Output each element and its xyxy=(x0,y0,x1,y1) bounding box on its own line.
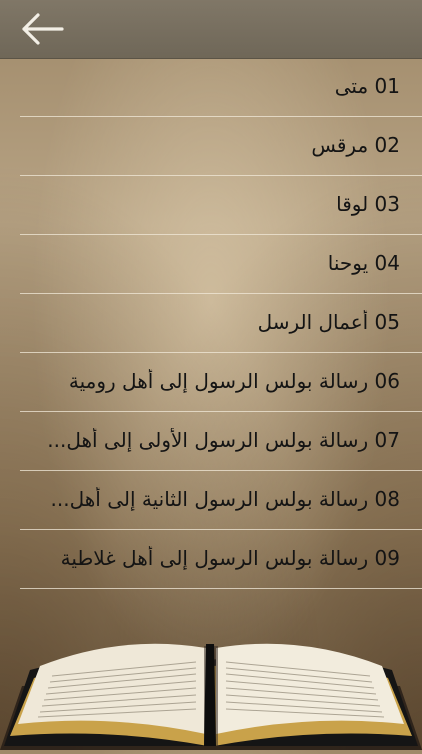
list-item[interactable]: 05 أعمال الرسل xyxy=(20,294,422,353)
chapter-number: 02 xyxy=(374,133,400,157)
list-item[interactable]: 06 رسالة بولس الرسول إلى أهل رومية xyxy=(20,353,422,412)
list-item[interactable]: 03 لوقا xyxy=(20,176,422,235)
open-bible-image xyxy=(0,596,422,750)
chapter-number: 08 xyxy=(374,487,400,511)
chapter-title: لوقا xyxy=(336,192,369,216)
list-item[interactable]: 01 متى xyxy=(20,58,422,117)
chapter-number: 09 xyxy=(374,546,400,570)
chapter-title: رسالة بولس الرسول الثانية إلى أهل... xyxy=(50,487,369,511)
list-item[interactable]: 07 رسالة بولس الرسول الأولى إلى أهل... xyxy=(20,412,422,471)
chapter-list: 01 متى 02 مرقس 03 لوقا 04 يوحنا 05 أعمال… xyxy=(0,58,422,589)
chapter-title: رسالة بولس الرسول إلى أهل رومية xyxy=(68,369,369,393)
chapter-number: 07 xyxy=(374,428,400,452)
list-item[interactable]: 09 رسالة بولس الرسول إلى أهل غلاطية xyxy=(20,530,422,589)
chapter-number: 03 xyxy=(374,192,400,216)
chapter-number: 06 xyxy=(374,369,400,393)
navigation-bar xyxy=(0,0,422,59)
list-item[interactable]: 02 مرقس xyxy=(20,117,422,176)
chapter-title: متى xyxy=(334,74,369,98)
chapter-title: مرقس xyxy=(311,133,369,157)
chapter-title: رسالة بولس الرسول الأولى إلى أهل... xyxy=(47,428,369,452)
list-item[interactable]: 04 يوحنا xyxy=(20,235,422,294)
chapter-title: رسالة بولس الرسول إلى أهل غلاطية xyxy=(60,546,369,570)
list-item[interactable]: 08 رسالة بولس الرسول الثانية إلى أهل... xyxy=(20,471,422,530)
chapter-number: 01 xyxy=(374,74,400,98)
chapter-title: أعمال الرسل xyxy=(257,310,369,334)
back-button[interactable] xyxy=(18,10,66,48)
chapter-title: يوحنا xyxy=(327,251,369,275)
chapter-number: 05 xyxy=(374,310,400,334)
chapter-number: 04 xyxy=(374,251,400,275)
arrow-left-icon xyxy=(22,13,64,45)
